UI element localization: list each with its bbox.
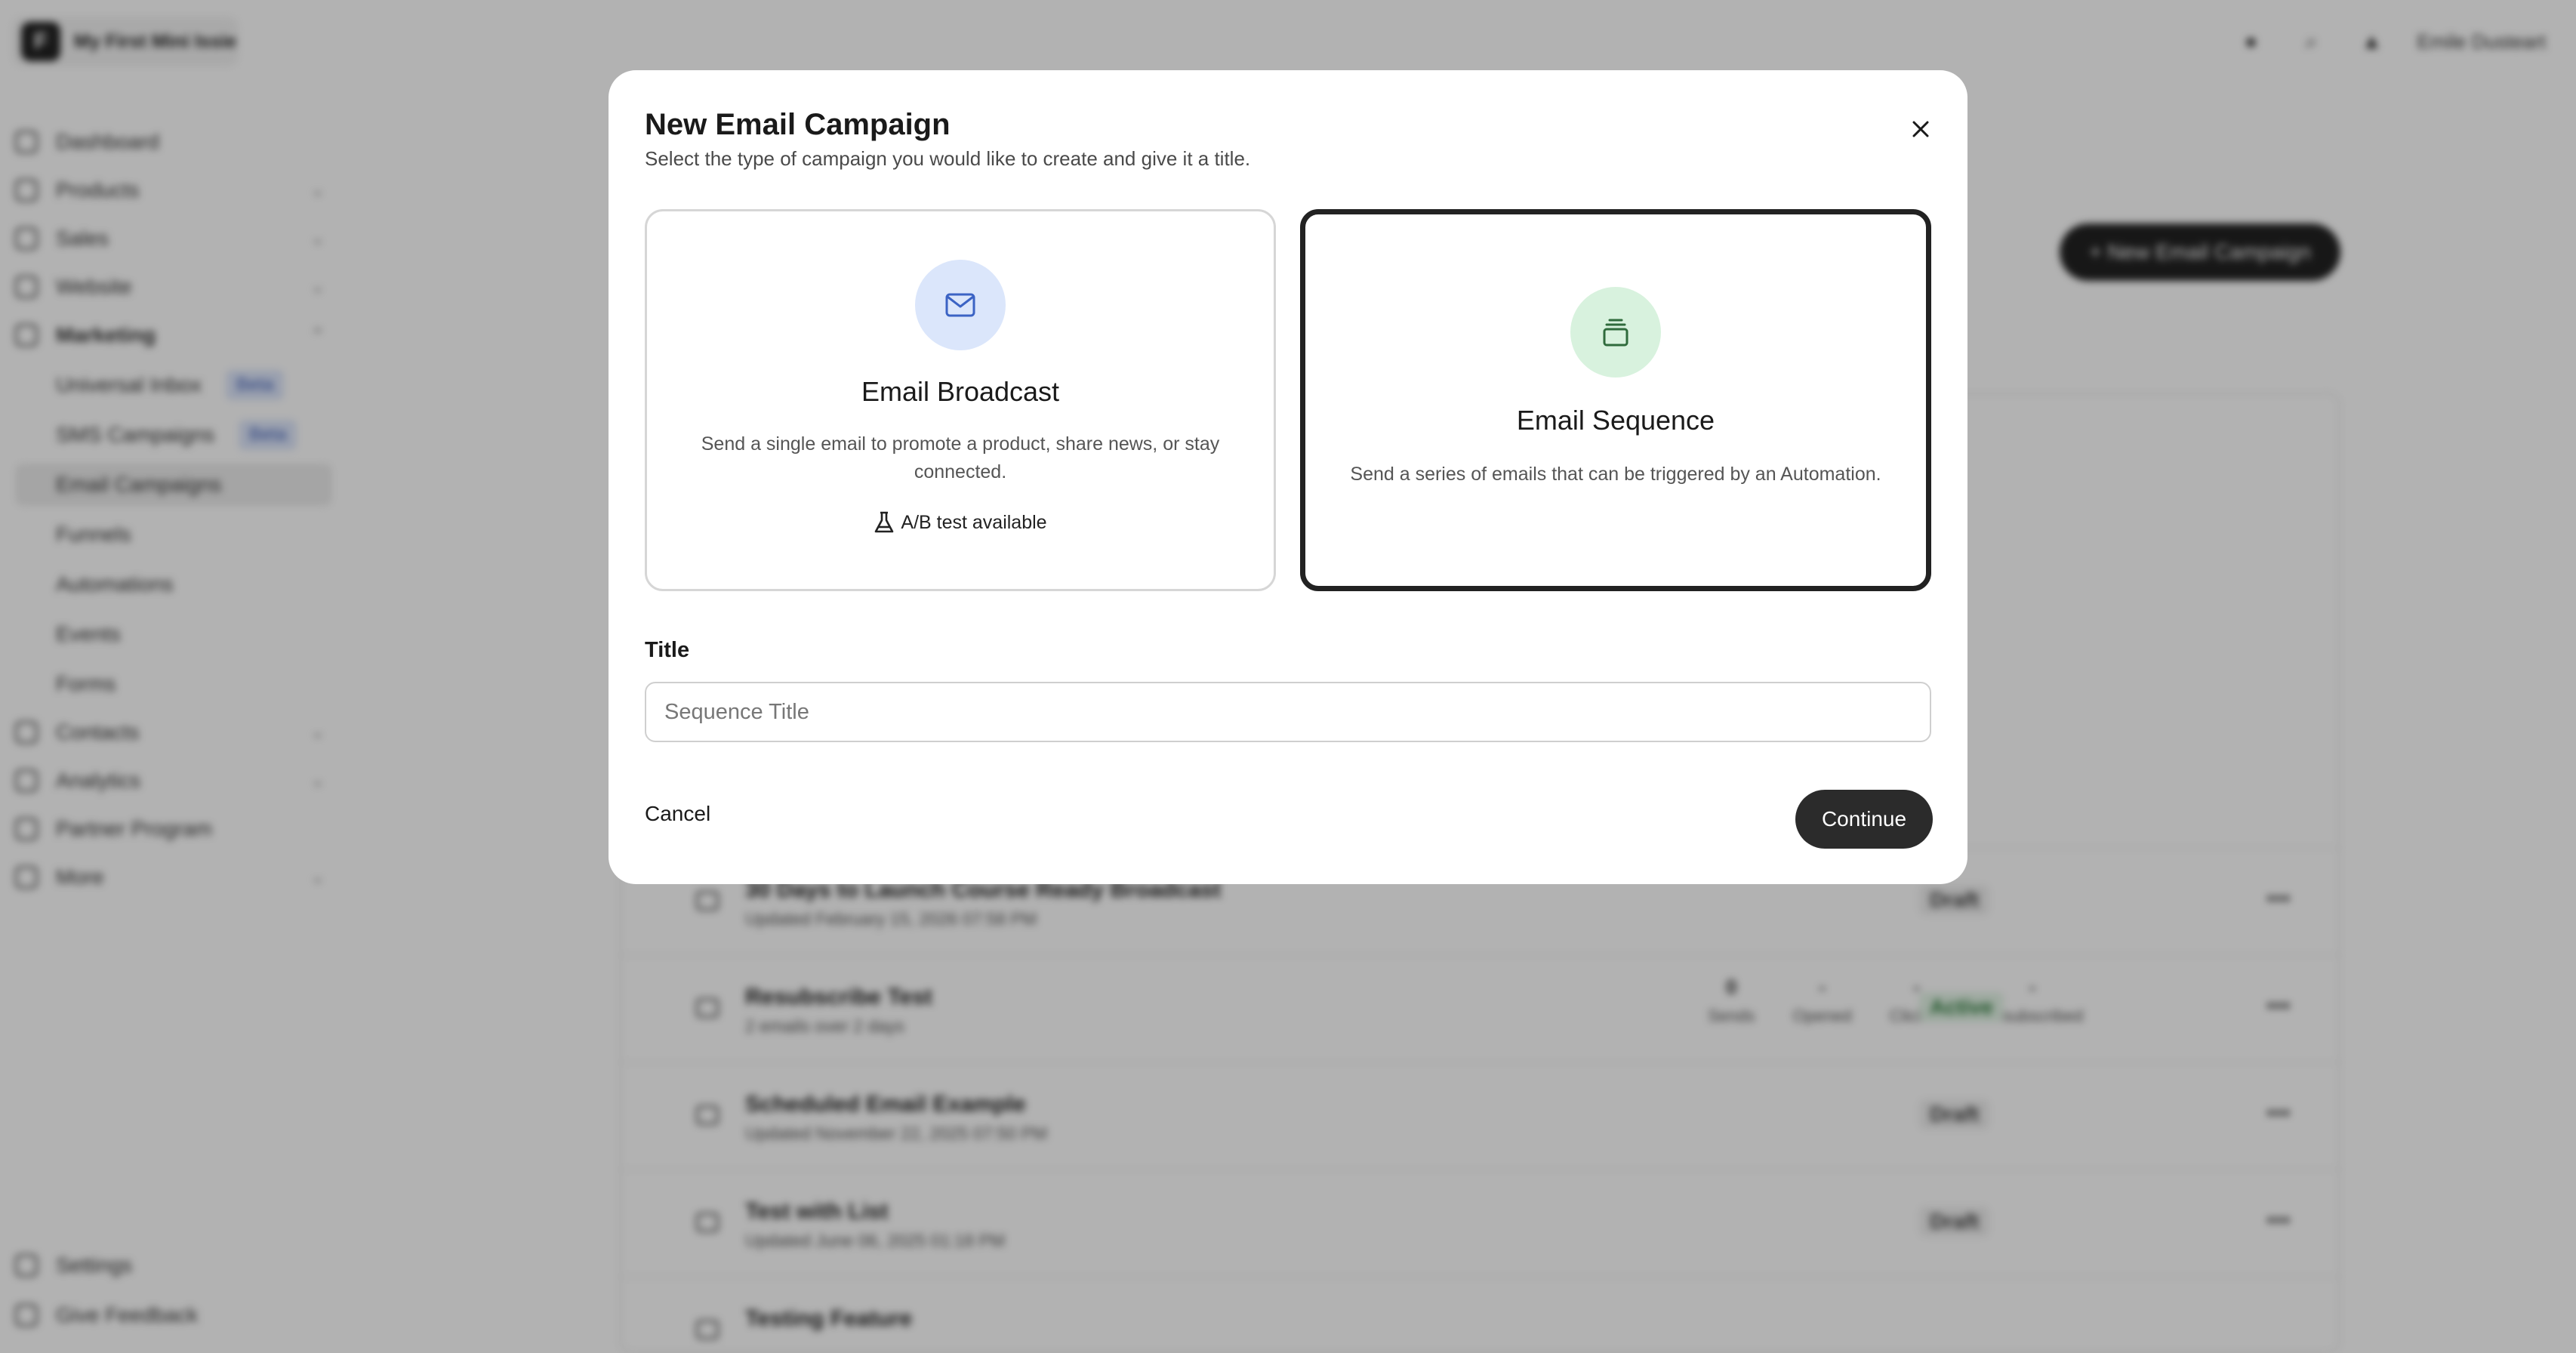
broadcast-icon-circle xyxy=(915,260,1006,350)
sequence-icon-circle xyxy=(1570,287,1661,378)
campaign-type-broadcast-card[interactable]: Email Broadcast Send a single email to p… xyxy=(645,209,1276,591)
dialog-subtitle: Select the type of campaign you would li… xyxy=(645,147,1251,170)
continue-button[interactable]: Continue xyxy=(1795,790,1933,849)
dialog-title: New Email Campaign xyxy=(645,108,951,141)
campaign-type-sequence-card[interactable]: Email Sequence Send a series of emails t… xyxy=(1300,209,1931,591)
card-title: Email Sequence xyxy=(1516,405,1715,436)
ab-test-label: A/B test available xyxy=(901,511,1047,533)
close-icon xyxy=(1912,121,1929,137)
new-email-campaign-dialog: New Email Campaign Select the type of ca… xyxy=(609,70,1967,884)
card-description: Send a single email to promote a product… xyxy=(701,433,1220,482)
close-button[interactable] xyxy=(1900,108,1942,150)
cancel-button[interactable]: Cancel xyxy=(645,802,710,826)
sequence-title-input[interactable] xyxy=(645,682,1931,742)
mail-icon xyxy=(945,293,975,317)
title-field-label: Title xyxy=(645,638,690,662)
ab-test-note: A/B test available xyxy=(647,510,1274,535)
stack-icon xyxy=(1603,319,1628,347)
flask-icon xyxy=(875,511,894,533)
card-title: Email Broadcast xyxy=(861,376,1060,407)
card-description: Send a series of emails that can be trig… xyxy=(1350,464,1881,485)
